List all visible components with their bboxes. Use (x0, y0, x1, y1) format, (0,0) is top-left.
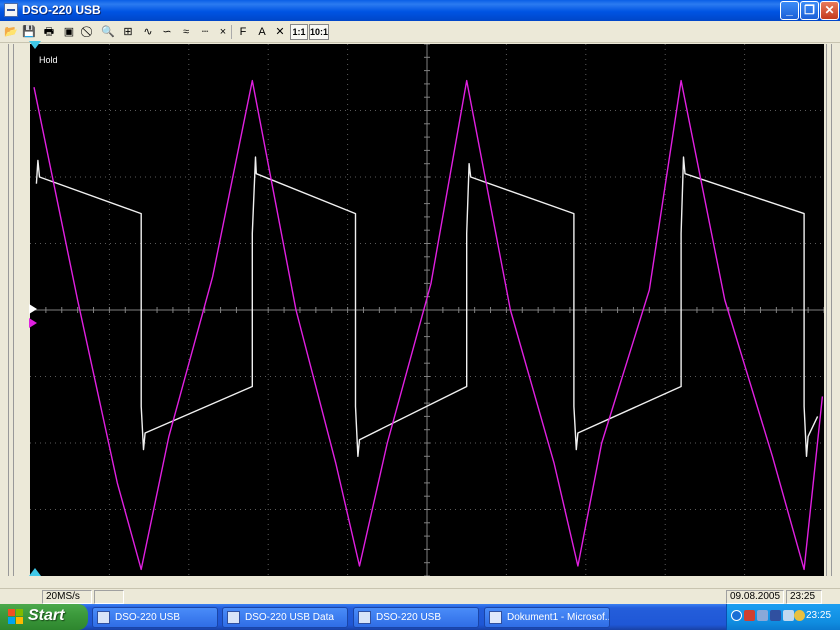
device-icon[interactable]: ▣ (61, 24, 77, 40)
ch1-offset-marker[interactable] (29, 304, 38, 314)
ratio-10-1-button[interactable]: 10:1 (309, 24, 329, 40)
close-button[interactable]: ✕ (820, 1, 839, 20)
tray-network-icon[interactable] (757, 610, 768, 621)
app-icon (227, 611, 240, 624)
maximize-button[interactable]: ❐ (800, 1, 819, 20)
taskbar-clock: 23:25 (806, 610, 832, 621)
taskbar-item-dso-220-usb[interactable]: DSO-220 USB (92, 607, 218, 628)
tray-update-icon[interactable] (794, 610, 805, 621)
title-bar[interactable]: DSO-220 USB _ ❐ ✕ (0, 0, 840, 21)
toolbar: 📂 💾 🖶 ▣ ⃠ 🔍 ⊞ ∿ ∽ ≈ ┄ × F A ✕ 1:1 10:1 (0, 21, 840, 43)
start-label: Start (28, 607, 65, 624)
wave-icon[interactable]: ∿ (140, 24, 156, 40)
filter-icon[interactable]: F (235, 24, 251, 40)
top-trigger-marker[interactable] (29, 41, 41, 50)
grid-icon[interactable]: ⊞ (120, 24, 136, 40)
stop-icon[interactable]: ⃠ (81, 24, 97, 40)
status-bar: 20MS/s 09.08.2005 23:25 (0, 588, 840, 604)
tray-device-icon[interactable] (770, 610, 781, 621)
taskbar-item-dso-220-usb-2[interactable]: DSO-220 USB (353, 607, 479, 628)
tray-volume-icon[interactable] (783, 610, 794, 621)
wave-alt-icon[interactable]: ∽ (159, 24, 175, 40)
open-folder-icon[interactable]: 📂 (3, 24, 19, 40)
oscilloscope-window: DSO-220 USB _ ❐ ✕ 📂 💾 🖶 ▣ ⃠ 🔍 ⊞ ∿ ∽ ≈ ┄ … (0, 0, 840, 604)
status-cell-empty (94, 590, 124, 604)
taskbar-item-dso-220-usb-data[interactable]: DSO-220 USB Data (222, 607, 348, 628)
minimize-button[interactable]: _ (780, 1, 799, 20)
wave-dual-icon[interactable]: ≈ (178, 24, 194, 40)
taskbar-item-dokument1[interactable]: Dokument1 - Microsof... (484, 607, 610, 628)
tray-back-icon[interactable] (731, 610, 742, 621)
windows-flag-icon (8, 609, 24, 625)
cross-icon[interactable]: ✕ (272, 24, 288, 40)
scope-display[interactable] (30, 44, 824, 576)
status-date: 09.08.2005 (726, 590, 784, 604)
start-button[interactable]: Start (0, 604, 88, 630)
ratio-1-1-button[interactable]: 1:1 (290, 24, 308, 40)
window-title: DSO-220 USB (22, 3, 101, 17)
app-icon (4, 3, 18, 17)
marker-x-icon[interactable]: × (215, 24, 231, 40)
system-tray: 23:25 (726, 604, 840, 630)
hold-label: Hold (39, 55, 58, 65)
tray-security-icon[interactable] (744, 610, 755, 621)
left-offset-rail[interactable] (4, 44, 30, 576)
taskbar: Start DSO-220 USB DSO-220 USB Data DSO-2… (0, 604, 840, 630)
ch2-offset-marker[interactable] (29, 318, 38, 328)
save-icon[interactable]: 💾 (21, 24, 37, 40)
cursor-a-icon[interactable]: A (254, 24, 270, 40)
sample-rate: 20MS/s (42, 590, 92, 604)
app-icon (358, 611, 371, 624)
zoom-icon[interactable]: 🔍 (100, 24, 116, 40)
word-icon (489, 611, 502, 624)
dotted-line-icon[interactable]: ┄ (197, 24, 213, 40)
app-icon (97, 611, 110, 624)
bottom-trigger-marker[interactable] (29, 568, 41, 577)
print-icon[interactable]: 🖶 (41, 24, 57, 40)
status-spacer (124, 590, 724, 604)
toolbar-separator (231, 25, 232, 39)
status-time: 23:25 (786, 590, 822, 604)
waveform-chart (30, 44, 824, 576)
right-trigger-rail[interactable] (824, 44, 836, 576)
